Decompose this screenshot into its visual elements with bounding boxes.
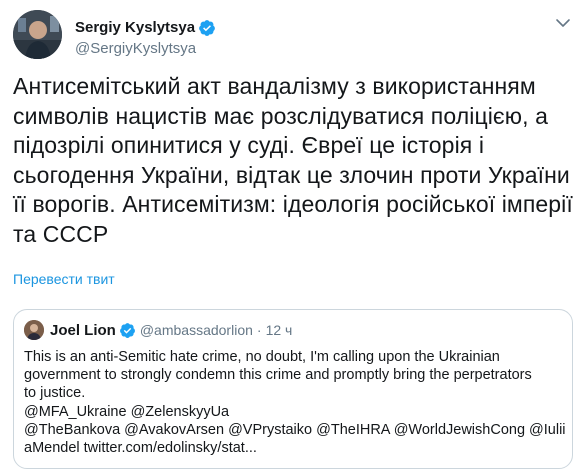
- quoted-timestamp: 12 ч: [265, 322, 293, 338]
- quoted-author-name: Joel Lion: [50, 321, 116, 339]
- quoted-text-line: government to strongly condemn this crim…: [24, 367, 532, 384]
- tweet-text-line: сьогодення України, відтак це злочин про…: [13, 161, 570, 188]
- tweet-text-line: її ворогів. Антисемітизм: ідеологія росі…: [13, 191, 573, 217]
- tweet: Sergiy Kyslytsya @SergiyKyslytsya Антисе…: [0, 0, 587, 476]
- quoted-text-line: @TheBankova @AvakovArsen @VPrystaiko @Th…: [24, 421, 566, 438]
- quoted-tweet[interactable]: Joel Lion @ambassadorlion · 12 ч This is…: [13, 309, 573, 469]
- quoted-text-line: @MFA_Ukraine @ZelenskyyUa: [24, 403, 230, 420]
- author-name-row[interactable]: Sergiy Kyslytsya: [75, 19, 216, 37]
- quoted-tweet-header: Joel Lion @ambassadorlion · 12 ч: [24, 320, 292, 340]
- quoted-author-avatar: [24, 320, 44, 340]
- separator-dot: ·: [256, 322, 262, 338]
- author-avatar[interactable]: [13, 10, 62, 59]
- quoted-tweet-text: This is an anti-Semitic hate crime, no d…: [24, 348, 566, 457]
- author-name[interactable]: Sergiy Kyslytsya: [75, 19, 195, 37]
- tweet-text-line: Антисемітський акт вандалізму з використ…: [13, 73, 536, 99]
- tweet-text: Антисемітський акт вандалізму з використ…: [13, 72, 573, 249]
- tweet-header: Sergiy Kyslytsya @SergiyKyslytsya: [13, 10, 573, 60]
- translate-tweet-link[interactable]: Перевести твит: [13, 270, 115, 288]
- verified-badge-icon: [199, 20, 215, 36]
- quoted-author-handle: @ambassadorlion: [139, 322, 253, 338]
- author-handle[interactable]: @SergiyKyslytsya: [75, 40, 196, 58]
- tweet-text-line: та СССР: [13, 220, 109, 247]
- quoted-text-line: to justice.: [24, 385, 86, 402]
- quoted-text-line: aMendel twitter.com/edolinsky/stat...: [24, 440, 257, 457]
- verified-badge-icon: [119, 322, 135, 338]
- tweet-text-line: символів нацистів має розслідуватися пол…: [13, 102, 548, 129]
- chevron-down-icon[interactable]: [555, 18, 571, 28]
- quoted-text-line: This is an anti-Semitic hate crime, no d…: [24, 349, 500, 365]
- tweet-text-line: підозрілі опинитися у суді. Євреї це іст…: [13, 132, 485, 158]
